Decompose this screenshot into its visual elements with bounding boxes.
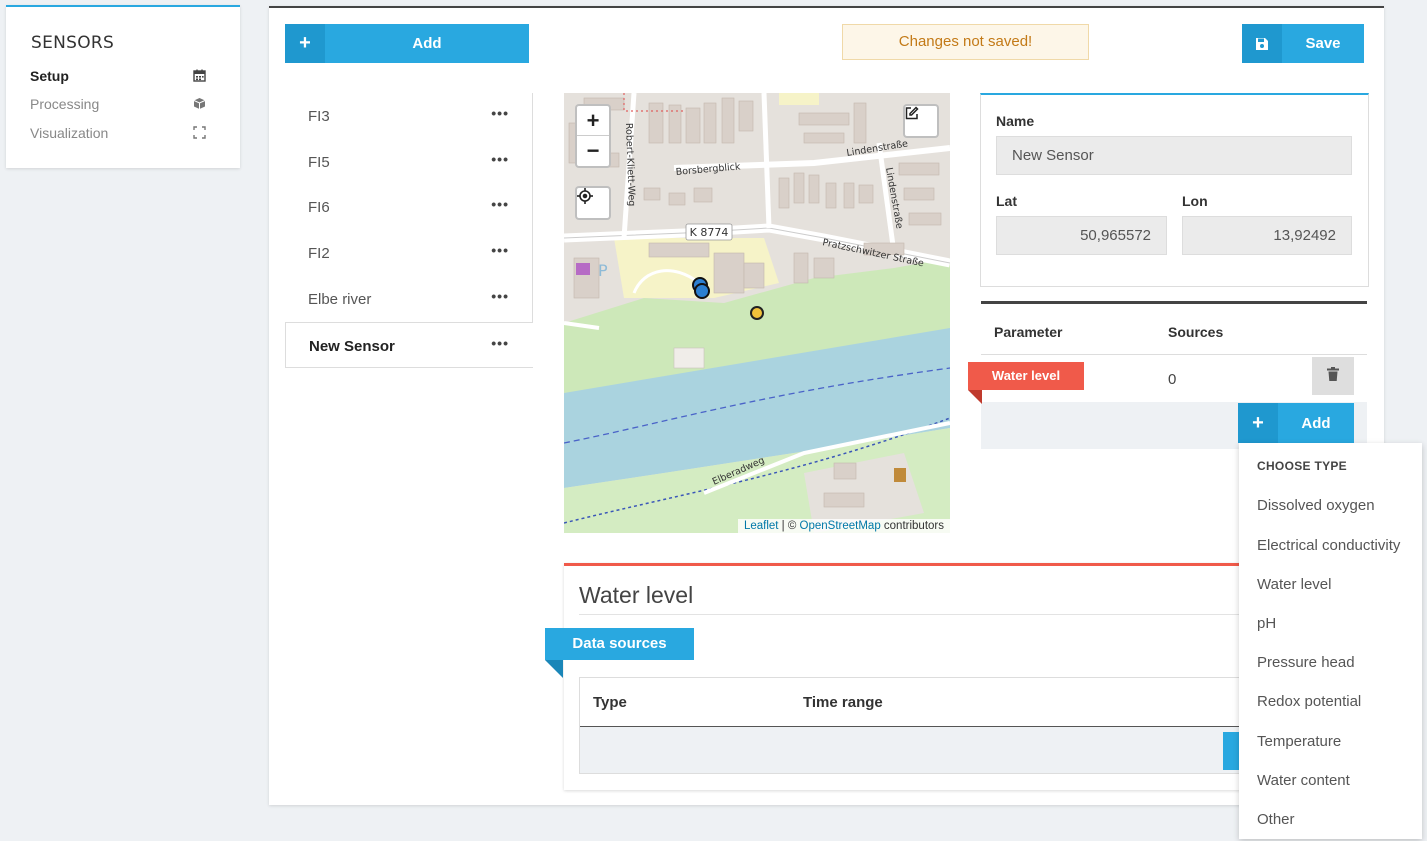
dropdown-option[interactable]: Dissolved oxygen [1257,497,1375,514]
add-sensor-label: Add [412,35,442,52]
sensor-map[interactable]: Borsbergblick Lindenstraße Lindenstraße … [564,93,950,533]
more-options-icon[interactable]: ••• [491,335,509,351]
sensor-name: New Sensor [309,338,395,355]
name-field[interactable] [996,136,1352,175]
trash-icon [1327,366,1339,386]
lon-label: Lon [1182,193,1208,209]
dropdown-option[interactable]: Water content [1257,772,1350,789]
more-options-icon[interactable]: ••• [491,105,509,121]
expand-icon [192,126,206,140]
lat-label: Lat [996,193,1017,209]
nav-item-processing[interactable]: Processing [30,96,210,116]
dropdown-option[interactable]: Electrical conductivity [1257,537,1400,554]
sensor-name: FI6 [308,199,330,216]
dropdown-heading: CHOOSE TYPE [1257,459,1347,473]
sensor-details-card [980,93,1369,287]
tag-fold [968,390,982,404]
sources-column-header: Sources [1168,324,1224,340]
time-range-column-header: Time range [803,694,883,711]
add-parameter-label: Add [1301,414,1331,432]
dropdown-option[interactable]: Water level [1257,576,1331,593]
title-divider [579,614,1239,615]
save-button[interactable]: Save [1242,24,1364,63]
dropdown-option[interactable]: Pressure head [1257,654,1355,671]
dropdown-option[interactable]: Temperature [1257,733,1341,750]
add-sensor-button[interactable]: + Add [285,24,529,63]
delete-parameter-button[interactable] [1312,357,1354,395]
nav-item-setup[interactable]: Setup [30,68,210,88]
edit-map-button[interactable] [903,104,939,138]
shop-icon [576,263,590,275]
table-divider [981,354,1367,355]
floppy-disk-icon [1242,24,1282,63]
dropdown-option[interactable]: Redox potential [1257,693,1361,710]
map-attribution: Leaflet | © OpenStreetMap contributors [737,519,950,533]
map-tiles: Borsbergblick Lindenstraße Lindenstraße … [564,93,950,533]
locate-button[interactable] [575,186,611,220]
sensor-name: FI5 [308,154,330,171]
sensor-name: Elbe river [308,291,372,308]
lon-field[interactable] [1182,216,1352,255]
nav-item-visualization[interactable]: Visualization [30,125,210,145]
sensor-list-item[interactable]: FI5 ••• [285,139,533,185]
sensor-list: FI3 ••• FI5 ••• FI6 ••• FI2 ••• Elbe riv… [285,93,533,368]
parameter-title: Water level [579,582,694,608]
zoom-control: + − [575,104,611,168]
sensor-list-item[interactable]: Elbe river ••• [285,276,533,322]
sensor-marker[interactable] [694,283,710,299]
more-options-icon[interactable]: ••• [491,288,509,304]
poi-icon [894,468,906,482]
type-column-header: Type [593,694,627,711]
table-footer [580,727,1243,773]
nav-item-label: Setup [30,68,69,84]
sensors-nav-panel: SENSORS Setup Processing Visualization [6,5,240,168]
parameter-column-header: Parameter [994,324,1063,340]
parameter-tag-water-level[interactable]: Water level [968,362,1084,390]
sensor-name: FI2 [308,245,330,262]
tag-fold [545,660,563,678]
add-parameter-button[interactable]: + Add [1238,403,1354,443]
unsaved-changes-notice: Changes not saved! [842,24,1089,60]
cube-icon [192,97,206,111]
new-sensor-marker[interactable] [750,306,764,320]
parking-icon: P [598,261,608,280]
openstreetmap-link[interactable]: OpenStreetMap [800,520,881,532]
choose-type-dropdown: CHOOSE TYPE Dissolved oxygen Electrical … [1239,443,1422,839]
name-label: Name [996,113,1035,129]
attribution-separator: | © [778,520,800,532]
sensor-list-item-selected[interactable]: New Sensor ••• [285,322,533,368]
dropdown-option[interactable]: pH [1257,615,1276,632]
more-options-icon[interactable]: ••• [491,242,509,258]
nav-title: SENSORS [31,33,115,53]
more-options-icon[interactable]: ••• [491,151,509,167]
data-sources-table: Type Time range [579,677,1244,774]
lat-field[interactable] [996,216,1167,255]
data-sources-tag: Data sources [545,628,694,660]
leaflet-link[interactable]: Leaflet [744,520,779,532]
calendar-icon [192,69,206,83]
map-road-badge: K 8774 [690,226,729,239]
more-options-icon[interactable]: ••• [491,196,509,212]
zoom-in-button[interactable]: + [577,106,609,136]
save-label: Save [1305,35,1341,52]
sources-count: 0 [1168,371,1177,388]
sensor-list-item[interactable]: FI6 ••• [285,184,533,230]
dropdown-option[interactable]: Other [1257,811,1295,828]
zoom-out-button[interactable]: − [577,136,609,166]
plus-icon: + [1238,403,1278,443]
sensor-list-item[interactable]: FI3 ••• [285,93,533,139]
nav-item-label: Processing [30,96,100,112]
plus-icon: + [285,24,325,63]
sensor-name: FI3 [308,108,330,125]
attribution-suffix: contributors [880,520,944,532]
nav-item-label: Visualization [30,125,109,141]
sensor-list-item[interactable]: FI2 ••• [285,230,533,276]
